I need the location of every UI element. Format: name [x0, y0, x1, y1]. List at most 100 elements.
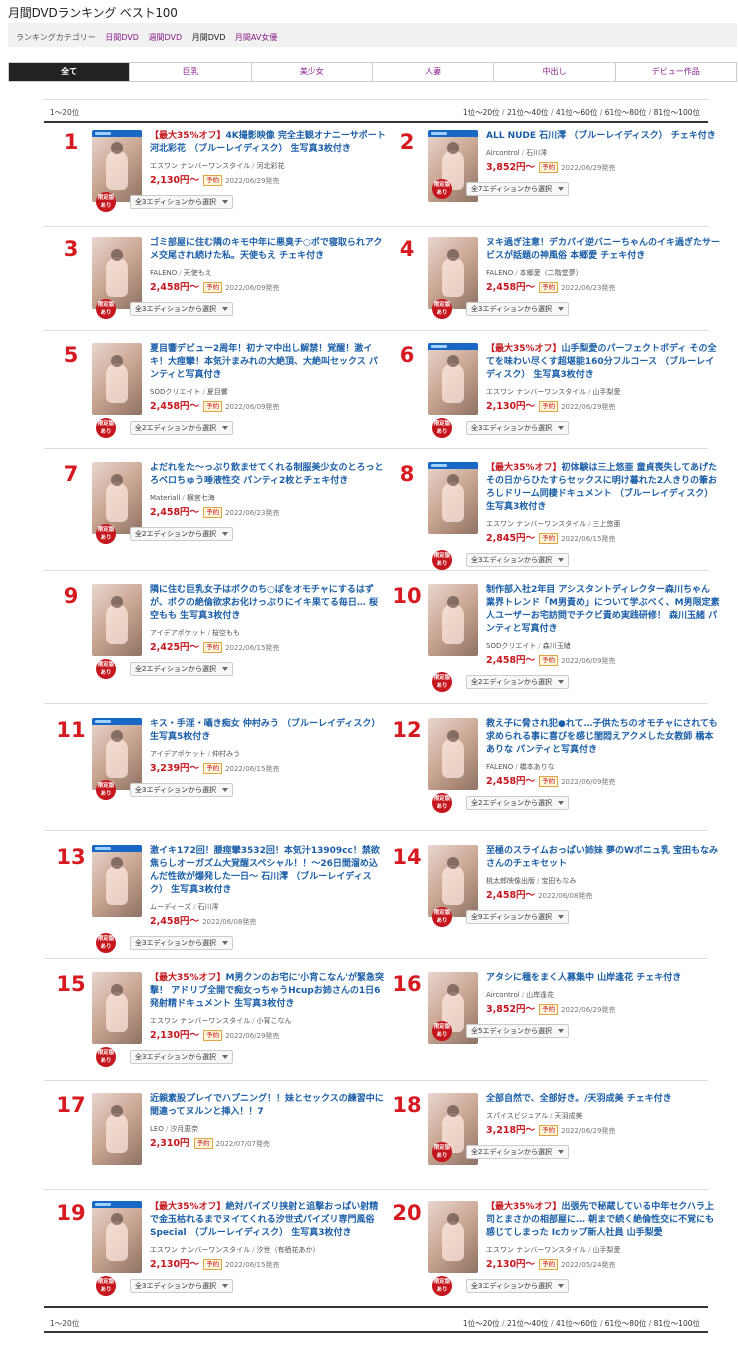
product-thumbnail[interactable]: [92, 1093, 142, 1165]
maker-link[interactable]: エスワン ナンバーワンスタイル: [150, 1017, 250, 1025]
category-link-daily[interactable]: 日間DVD: [105, 33, 139, 42]
product-thumbnail[interactable]: [428, 343, 478, 415]
tab-creampie[interactable]: 中出し: [493, 63, 614, 81]
product-title-link[interactable]: 【最大35%オフ】M男クンのお宅に'小宵こなん'が緊急突撃！ アドリブ全開で痴女…: [150, 972, 386, 1011]
product-title-link[interactable]: 隣に住む巨乳女子はボクのち○ぽをオモチャにするはずが、ボクの絶倫欲求お化けっぷり…: [150, 584, 386, 623]
page-link[interactable]: 1位～20位: [463, 1319, 500, 1328]
product-thumbnail[interactable]: [92, 584, 142, 656]
edition-select[interactable]: 全2エディションから選択: [466, 1145, 569, 1159]
product-title-link[interactable]: 近親素股プレイでハプニング！！妹とセックスの練習中に間違ってヌルンと挿入！！7: [150, 1093, 386, 1119]
page-link[interactable]: 21位～40位: [507, 108, 549, 117]
product-title-link[interactable]: 【最大35%オフ】4K撮影映像 完全主観オナニーサポート 河北彩花 （ブルーレイ…: [150, 130, 386, 156]
page-link[interactable]: 81位～100位: [654, 1319, 700, 1328]
actress-link[interactable]: 天羽成美: [554, 1112, 582, 1120]
maker-link[interactable]: アイデアポケット: [150, 750, 206, 758]
maker-link[interactable]: スパイスビジュアル: [486, 1112, 548, 1120]
product-title-link[interactable]: 激イキ172回！腰痙攣3532回！本気汁13909cc！禁欲焦らしオーガズム大覚…: [150, 845, 386, 897]
maker-link[interactable]: ムーディーズ: [150, 903, 191, 911]
actress-link[interactable]: 仲村みう: [212, 750, 240, 758]
actress-link[interactable]: 森川玉緒: [543, 642, 571, 650]
tab-pretty-girl[interactable]: 美少女: [250, 63, 372, 81]
maker-link[interactable]: エスワン ナンバーワンスタイル: [486, 388, 586, 396]
actress-link[interactable]: 山手梨愛: [592, 1246, 620, 1254]
tab-debut[interactable]: デビュー作品: [614, 63, 736, 81]
actress-link[interactable]: 三上悠亜: [592, 520, 620, 528]
maker-link[interactable]: Aircontrol: [486, 149, 520, 157]
maker-link[interactable]: エスワン ナンバーワンスタイル: [486, 1246, 586, 1254]
edition-select[interactable]: 全3エディションから選択: [130, 1050, 233, 1064]
actress-link[interactable]: 河北彩花: [256, 162, 284, 170]
product-title-link[interactable]: 至極のスライムおっぱい姉妹 夢のWボニュ乳 宝田もなみさんのチェキセット: [486, 845, 722, 871]
product-thumbnail[interactable]: [92, 462, 142, 534]
product-title-link[interactable]: 【最大35%オフ】初体験は三上悠亜 童貞喪失してあげたその日からひたすらセックス…: [486, 462, 722, 514]
maker-link[interactable]: 桃太郎映像出版: [486, 877, 535, 885]
product-title-link[interactable]: 制作部入社2年目 アシスタントディレクター森川ちゃん 業界トレンド「M男責め」に…: [486, 584, 722, 636]
edition-select[interactable]: 全2エディションから選択: [466, 675, 569, 689]
product-thumbnail[interactable]: [92, 130, 142, 202]
product-thumbnail[interactable]: [92, 343, 142, 415]
maker-link[interactable]: エスワン ナンバーワンスタイル: [150, 162, 250, 170]
product-title-link[interactable]: 【最大35%オフ】出張先で秘蔵している中年セクハラ上司とまさかの相部屋に… 朝ま…: [486, 1201, 722, 1240]
page-link[interactable]: 81位～100位: [654, 108, 700, 117]
product-title-link[interactable]: 教え子に脅され犯●れて…子供たちのオモチャにされても求められる事に喜びを感じ閨悶…: [486, 718, 722, 757]
edition-select[interactable]: 全3エディションから選択: [130, 302, 233, 316]
page-link[interactable]: 41位～60位: [556, 1319, 598, 1328]
category-link-weekly[interactable]: 週間DVD: [149, 33, 183, 42]
actress-link[interactable]: 夏目響: [207, 388, 228, 396]
product-thumbnail[interactable]: [92, 972, 142, 1044]
product-thumbnail[interactable]: [92, 718, 142, 790]
tab-married[interactable]: 人妻: [371, 63, 493, 81]
maker-link[interactable]: FALENO: [486, 763, 513, 771]
maker-link[interactable]: アイデアポケット: [150, 629, 206, 637]
actress-link[interactable]: 本郷愛（二階堂夢）: [520, 269, 583, 277]
product-thumbnail[interactable]: [428, 1201, 478, 1273]
actress-link[interactable]: 橋本ありな: [520, 763, 555, 771]
edition-select[interactable]: 全3エディションから選択: [130, 936, 233, 950]
actress-link[interactable]: 汐世（有栖花あか）: [256, 1246, 319, 1254]
edition-select[interactable]: 全3エディションから選択: [130, 195, 233, 209]
edition-select[interactable]: 全2エディションから選択: [130, 662, 233, 676]
maker-link[interactable]: エスワン ナンバーワンスタイル: [486, 520, 586, 528]
maker-link[interactable]: Aircontrol: [486, 991, 520, 999]
product-title-link[interactable]: ヌキ過ぎ注意！デカパイ逆バニーちゃんのイキ過ぎたサービスが話題の神風俗 本郷愛 …: [486, 237, 722, 263]
maker-link[interactable]: FALENO: [486, 269, 513, 277]
edition-select[interactable]: 全3エディションから選択: [130, 783, 233, 797]
product-title-link[interactable]: アタシに種をまく人募集中 山岸逢花 チェキ付き: [486, 972, 722, 985]
edition-select[interactable]: 全3エディションから選択: [130, 1279, 233, 1293]
category-link-actress[interactable]: 月間AV女優: [235, 33, 277, 42]
product-thumbnail[interactable]: [92, 237, 142, 309]
product-thumbnail[interactable]: [92, 1201, 142, 1273]
product-thumbnail[interactable]: [428, 845, 478, 917]
actress-link[interactable]: 宝田もなみ: [541, 877, 576, 885]
actress-link[interactable]: 天使もえ: [184, 269, 212, 277]
product-title-link[interactable]: ALL NUDE 石川澪 （ブルーレイディスク） チェキ付き: [486, 130, 722, 143]
product-thumbnail[interactable]: [428, 718, 478, 790]
actress-link[interactable]: 山手梨愛: [592, 388, 620, 396]
edition-select[interactable]: 全9エディションから選択: [466, 910, 569, 924]
edition-select[interactable]: 全3エディションから選択: [466, 1279, 569, 1293]
maker-link[interactable]: エスワン ナンバーワンスタイル: [150, 1246, 250, 1254]
actress-link[interactable]: 石川澪: [198, 903, 219, 911]
tab-all[interactable]: 全て: [9, 63, 130, 81]
product-thumbnail[interactable]: [428, 584, 478, 656]
product-title-link[interactable]: ゴミ部屋に住む隣のキモ中年に悪臭チ○ポで寝取られアクメ交尾され続けた私。天使もえ…: [150, 237, 386, 263]
product-title-link[interactable]: 夏目響デビュー2周年！初ナマ中出し解禁！覚醒！激イキ！大痙攣！本気汁まみれの大絶…: [150, 343, 386, 382]
edition-select[interactable]: 全2エディションから選択: [130, 527, 233, 541]
maker-link[interactable]: LEO: [150, 1125, 164, 1133]
edition-select[interactable]: 全3エディションから選択: [466, 553, 569, 567]
actress-link[interactable]: 横宮七海: [187, 494, 215, 502]
product-title-link[interactable]: 【最大35%オフ】山手梨愛のパーフェクトボディ その全てを味わい尽くす超堪能16…: [486, 343, 722, 382]
product-thumbnail[interactable]: [428, 462, 478, 534]
page-link[interactable]: 61位～80位: [605, 108, 647, 117]
page-link[interactable]: 61位～80位: [605, 1319, 647, 1328]
actress-link[interactable]: 石川澪: [526, 149, 547, 157]
tab-big-breasts[interactable]: 巨乳: [129, 63, 250, 81]
maker-link[interactable]: SODクリエイト: [486, 642, 536, 650]
page-link[interactable]: 41位～60位: [556, 108, 598, 117]
maker-link[interactable]: Materiall: [150, 494, 180, 502]
edition-select[interactable]: 全3エディションから選択: [466, 302, 569, 316]
product-title-link[interactable]: キス・手淫・囁き痴女 仲村みう （ブルーレイディスク） 生写真5枚付き: [150, 718, 386, 744]
product-title-link[interactable]: よだれをた～っぷり飲ませてくれる制服美少女のとろっとろベロちゅう唾液性交 パンテ…: [150, 462, 386, 488]
maker-link[interactable]: SODクリエイト: [150, 388, 200, 396]
maker-link[interactable]: FALENO: [150, 269, 177, 277]
